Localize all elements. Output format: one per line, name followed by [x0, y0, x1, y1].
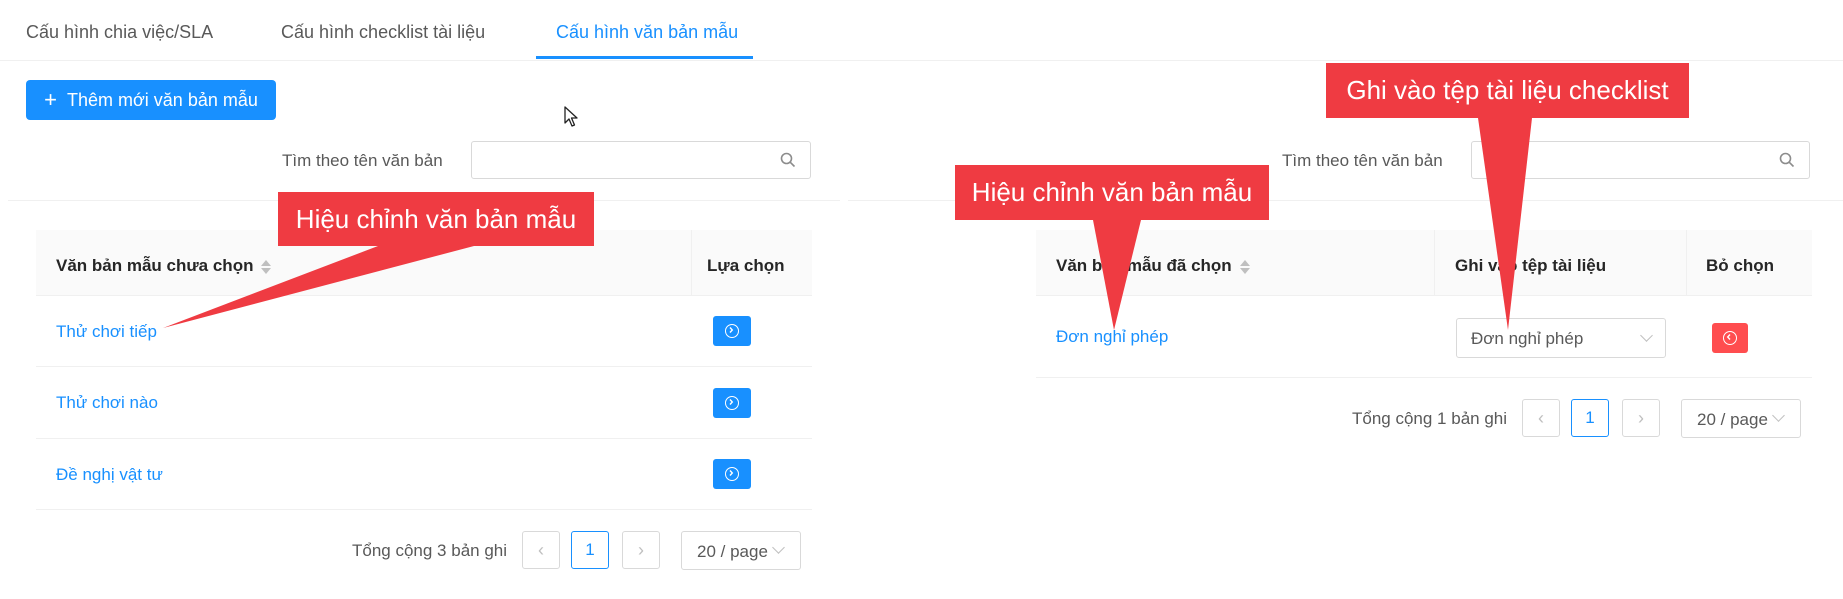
- left-total-count: Tổng cộng 3 bản ghi: [352, 541, 508, 560]
- arrow-right-circle-icon: [725, 324, 739, 338]
- file-select-value: Đơn nghỉ phép: [1471, 329, 1584, 348]
- left-edit-callout: Hiệu chỉnh văn bản mẫu: [278, 192, 594, 246]
- right-search-input[interactable]: [1471, 141, 1810, 179]
- chevron-down-icon: [1640, 329, 1653, 342]
- mouse-cursor-icon: [564, 106, 578, 127]
- chevron-left-icon: ‹: [538, 539, 544, 560]
- search-icon[interactable]: [1779, 152, 1795, 168]
- right-page-size-value: 20 / page: [1697, 410, 1768, 429]
- right-page-size-select[interactable]: 20 / page: [1681, 399, 1801, 438]
- file-select[interactable]: Đơn nghỉ phép: [1456, 318, 1666, 358]
- right-col-deselect: Bỏ chọn: [1706, 256, 1774, 275]
- left-col-select: Lựa chọn: [707, 256, 785, 275]
- right-page-1-button[interactable]: 1: [1571, 399, 1609, 437]
- sort-icon[interactable]: [1239, 259, 1250, 275]
- active-tab-indicator: [536, 56, 753, 59]
- chevron-right-icon: ›: [638, 539, 644, 560]
- right-col-template[interactable]: Văn bản mẫu đã chọn: [1056, 256, 1250, 276]
- table-row: Thử chơi nào: [36, 367, 812, 439]
- column-separator: [691, 230, 692, 296]
- right-next-page-button[interactable]: ›: [1622, 399, 1660, 437]
- column-separator: [1434, 230, 1435, 296]
- column-separator: [1686, 230, 1687, 296]
- left-page-size-value: 20 / page: [697, 542, 768, 561]
- arrow-left-circle-icon: [1723, 331, 1737, 345]
- left-col-template[interactable]: Văn bản mẫu chưa chọn: [56, 256, 272, 276]
- left-page-1-button[interactable]: 1: [571, 531, 609, 569]
- right-col-file: Ghi vào tệp tài liệu: [1455, 256, 1607, 275]
- add-template-button[interactable]: + Thêm mới văn bản mẫu: [26, 80, 276, 120]
- chevron-down-icon: [772, 541, 785, 554]
- left-prev-page-button[interactable]: ‹: [522, 531, 560, 569]
- tab-checklist-config[interactable]: Cấu hình checklist tài liệu: [281, 22, 485, 43]
- arrow-right-circle-icon: [725, 396, 739, 410]
- right-total-count: Tổng cộng 1 bản ghi: [1352, 409, 1508, 428]
- checklist-callout: Ghi vào tệp tài liệu checklist: [1326, 63, 1689, 118]
- template-link[interactable]: Đề nghị vật tư: [56, 465, 163, 485]
- table-row: Đơn nghỉ phép Đơn nghỉ phép: [1036, 296, 1812, 378]
- template-link[interactable]: Đơn nghỉ phép: [1056, 327, 1168, 347]
- right-edit-callout: Hiệu chỉnh văn bản mẫu: [955, 165, 1269, 220]
- search-icon[interactable]: [780, 152, 796, 168]
- tab-sla-config[interactable]: Cấu hình chia việc/SLA: [26, 22, 213, 43]
- tab-bar: Cấu hình chia việc/SLA Cấu hình checklis…: [0, 0, 1843, 61]
- sort-icon[interactable]: [261, 259, 272, 275]
- arrow-right-circle-icon: [725, 467, 739, 481]
- template-link[interactable]: Thử chơi tiếp: [56, 322, 157, 342]
- select-template-button[interactable]: [713, 459, 751, 489]
- chevron-down-icon: [1772, 409, 1785, 422]
- deselect-template-button[interactable]: [1712, 323, 1748, 353]
- tab-template-config[interactable]: Cấu hình văn bản mẫu: [556, 22, 738, 43]
- table-row: Thử chơi tiếp: [36, 296, 812, 367]
- select-template-button[interactable]: [713, 316, 751, 346]
- right-search-label: Tìm theo tên văn bản: [1282, 151, 1443, 170]
- select-template-button[interactable]: [713, 388, 751, 418]
- right-prev-page-button[interactable]: ‹: [1522, 399, 1560, 437]
- left-next-page-button[interactable]: ›: [622, 531, 660, 569]
- table-row: Đề nghị vật tư: [36, 439, 812, 510]
- template-link[interactable]: Thử chơi nào: [56, 393, 158, 413]
- chevron-left-icon: ‹: [1538, 407, 1544, 428]
- right-table-header: Văn bản mẫu đã chọn Ghi vào tệp tài liệu…: [1036, 230, 1812, 296]
- left-search-input[interactable]: [471, 141, 811, 179]
- add-template-label: Thêm mới văn bản mẫu: [66, 89, 258, 110]
- left-page-size-select[interactable]: 20 / page: [681, 531, 801, 570]
- plus-icon: +: [44, 87, 57, 112]
- chevron-right-icon: ›: [1638, 407, 1644, 428]
- left-search-label: Tìm theo tên văn bản: [282, 151, 443, 170]
